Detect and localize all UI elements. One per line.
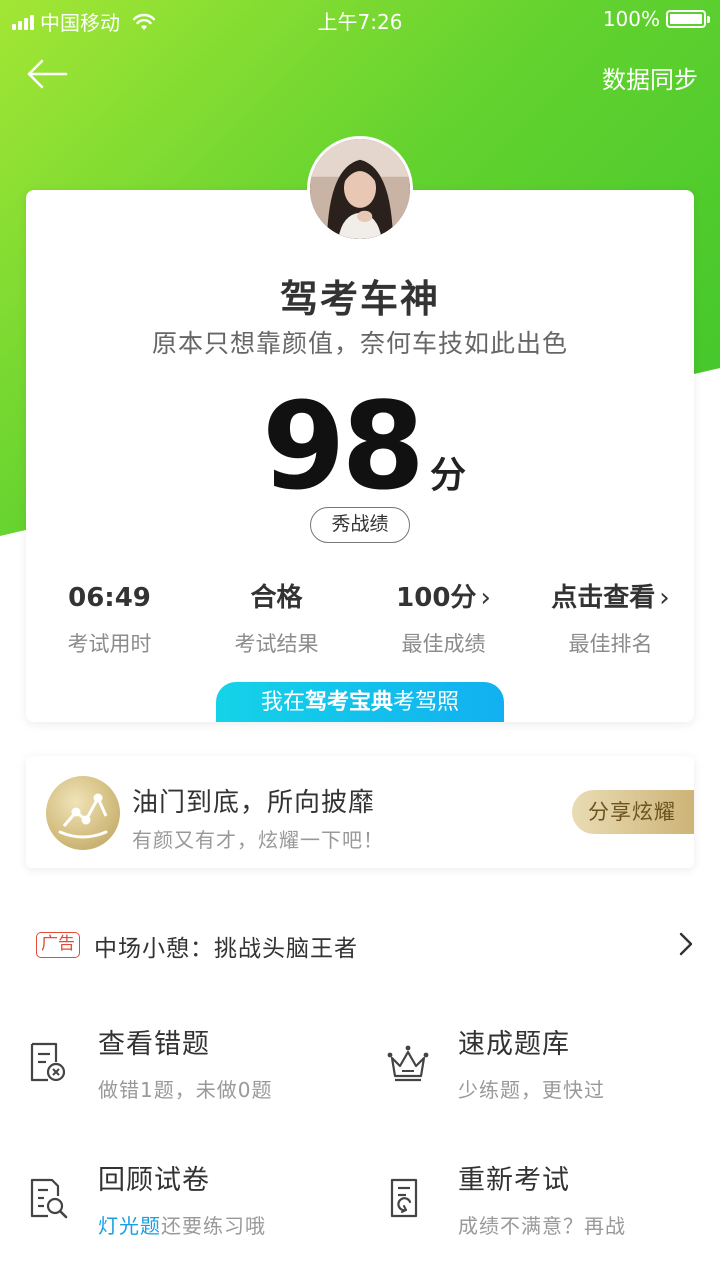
avatar-image — [310, 139, 410, 239]
action-title: 重新考试 — [458, 1165, 570, 1196]
action-subtitle: 灯光题还要练习哦 — [98, 1210, 266, 1239]
action-title: 查看错题 — [98, 1029, 210, 1060]
brand-promo-tab[interactable]: 我在驾考宝典考驾照 — [216, 682, 504, 722]
stat-value: 合格 — [250, 583, 303, 613]
share-title: 油门到底，所向披靡 — [132, 788, 376, 818]
stat-label: 最佳排名 — [568, 632, 653, 656]
stat-exam-time: 06:49 考试用时 — [26, 578, 193, 658]
stat-value: 点击查看 — [551, 583, 656, 613]
share-subtitle: 有颜又有才，炫耀一下吧！ — [132, 828, 384, 852]
stat-label: 考试用时 — [67, 632, 152, 656]
score-unit: 分 — [430, 455, 467, 496]
action-title: 回顾试卷 — [98, 1165, 210, 1196]
action-view-wrong-questions[interactable]: 查看错题 做错1题，未做0题 — [26, 1022, 356, 1132]
status-bar: 中国移动 上午7:26 100% — [0, 0, 720, 38]
highlight-text: 灯光题 — [98, 1214, 161, 1238]
stat-best-score[interactable]: 100分 › 最佳成绩 — [360, 578, 527, 658]
wrong-questions-icon — [30, 1042, 66, 1082]
back-arrow-icon[interactable] — [26, 56, 68, 92]
share-show-off-button[interactable]: 分享炫耀 — [572, 790, 694, 834]
action-subtitle: 少练题，更快过 — [458, 1078, 605, 1102]
crown-icon — [387, 1045, 429, 1082]
ad-badge: 广告 — [36, 932, 80, 958]
action-subtitle: 做错1题，未做0题 — [98, 1078, 273, 1102]
chevron-right-icon: › — [480, 583, 491, 613]
battery-percent: 100% — [602, 7, 660, 31]
achievement-badge-icon — [46, 776, 120, 850]
stats-row: 06:49 考试用时 合格 考试结果 100分 › 最佳成绩 点击查看 › 最佳排名 — [26, 578, 694, 658]
review-paper-icon — [30, 1178, 68, 1219]
chevron-right-icon[interactable] — [676, 930, 696, 958]
battery-icon — [666, 10, 710, 28]
action-subtitle: 成绩不满意？再战 — [458, 1214, 626, 1238]
data-sync-button[interactable]: 数据同步 — [602, 60, 698, 95]
promo-suffix: 考驾照 — [393, 690, 460, 715]
chevron-right-icon: › — [659, 583, 670, 613]
stat-exam-result: 合格 考试结果 — [193, 578, 360, 658]
promo-prefix: 我在 — [260, 690, 305, 715]
action-review-paper[interactable]: 回顾试卷 灯光题还要练习哦 — [26, 1158, 356, 1268]
status-right: 100% — [602, 7, 710, 31]
stat-best-rank[interactable]: 点击查看 › 最佳排名 — [527, 578, 694, 658]
promo-brand: 驾考宝典 — [304, 690, 393, 715]
ad-link[interactable]: 中场小憩：挑战头脑王者 — [94, 929, 358, 963]
action-subtitle-rest: 还要练习哦 — [161, 1214, 266, 1238]
achievement-subtitle: 原本只想靠颜值，奈何车技如此出色 — [151, 329, 568, 358]
score-value: 98 — [262, 378, 425, 517]
retake-exam-icon — [390, 1178, 418, 1218]
user-avatar[interactable] — [307, 136, 413, 242]
action-title: 速成题库 — [458, 1029, 570, 1060]
action-retake-exam[interactable]: 重新考试 成绩不满意？再战 — [386, 1158, 716, 1268]
stat-label: 最佳成绩 — [401, 632, 486, 656]
stat-value: 06:49 — [68, 583, 151, 613]
show-record-button[interactable]: 秀战绩 — [310, 507, 410, 543]
achievement-title: 驾考车神 — [279, 277, 440, 321]
stat-value: 100分 — [396, 583, 477, 613]
stat-label: 考试结果 — [234, 632, 319, 656]
action-quick-question-bank[interactable]: 速成题库 少练题，更快过 — [386, 1022, 716, 1132]
